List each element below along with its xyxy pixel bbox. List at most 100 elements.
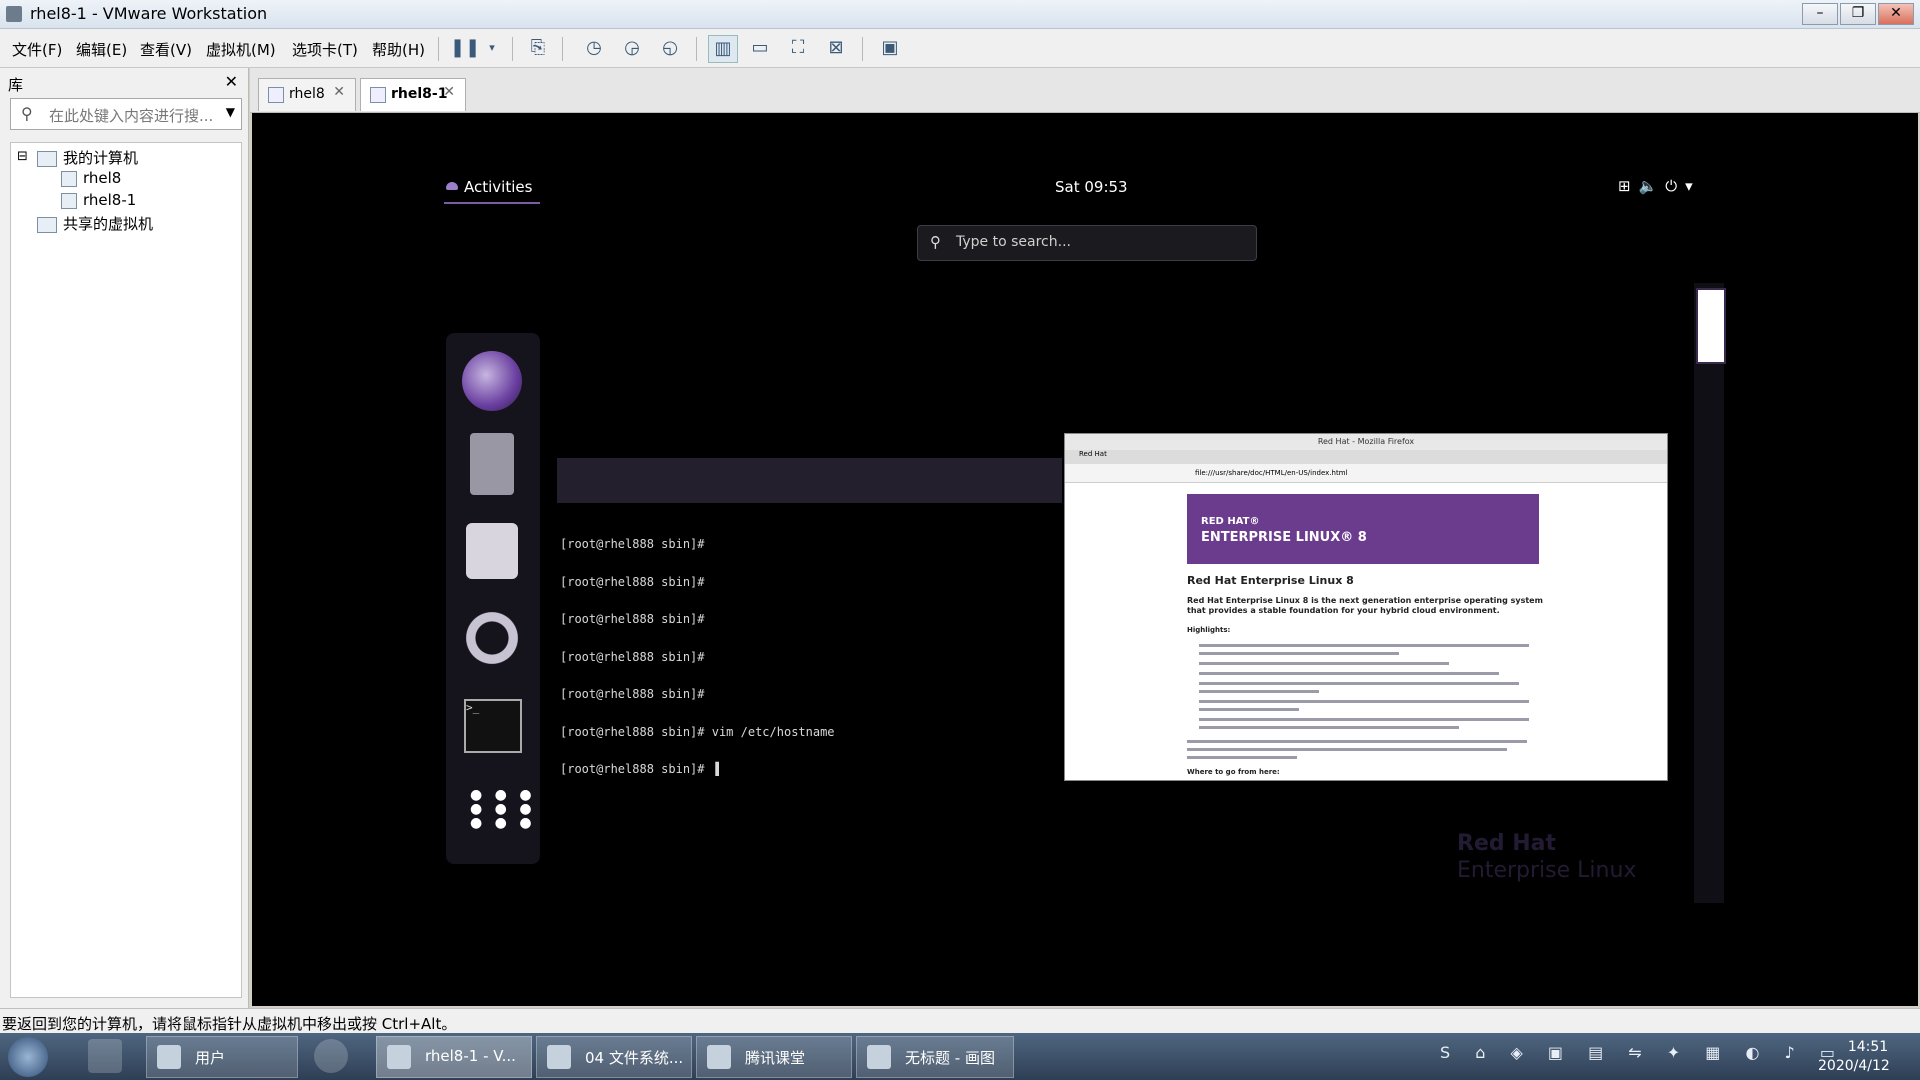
vmware-app-icon — [6, 6, 22, 22]
tab-label: rhel8-1 — [391, 86, 448, 102]
terminal-line: [root@rhel888 sbin]# vim /etc/hostname — [560, 724, 835, 739]
paint-icon — [867, 1045, 891, 1069]
send-ctrl-alt-del-icon[interactable]: ⎘ — [524, 35, 552, 61]
taskbar-date[interactable]: 2020/4/12 — [1818, 1058, 1890, 1074]
tree-item-rhel8-1[interactable]: rhel8-1 — [61, 191, 136, 209]
tree-collapse-toggle[interactable]: ⊟ — [17, 149, 28, 164]
taskbar-label: rhel8-1 - V... — [425, 1047, 516, 1065]
sogou-icon[interactable] — [314, 1039, 348, 1073]
menu-tabs[interactable]: 选项卡(T) — [292, 39, 358, 60]
activities-button[interactable]: Activities — [444, 178, 541, 204]
search-icon: ⚲ — [21, 104, 33, 123]
start-button[interactable] — [8, 1037, 48, 1077]
library-search-input[interactable]: ⚲ 在此处键入内容进行搜... ▼ — [10, 98, 242, 130]
full-screen-icon[interactable]: ⛶ — [784, 35, 812, 61]
system-tray[interactable]: S ⌂ ◈ ▣ ▤ ⇋ ✦ ▦ ◐ ♪ ▭ — [1440, 1043, 1845, 1062]
library-panel: 库 ✕ ⚲ 在此处键入内容进行搜... ▼ ⊟ 我的计算机 rhel8 rhel… — [0, 68, 249, 1008]
rhel-banner-line1: RED HAT® — [1201, 516, 1260, 527]
minimize-button[interactable]: – — [1802, 3, 1838, 25]
tab-close-button[interactable]: ✕ — [443, 84, 455, 100]
toolbar-separator — [862, 37, 863, 61]
word-icon — [547, 1045, 571, 1069]
firefox-window-thumbnail[interactable]: Red Hat - Mozilla Firefox Red Hat file:/… — [1064, 433, 1668, 781]
text-line — [1199, 652, 1399, 655]
menu-help[interactable]: 帮助(H) — [372, 39, 425, 60]
library-close-button[interactable]: ✕ — [225, 72, 238, 91]
firefox-url: file:///usr/share/doc/HTML/en-US/index.h… — [1195, 469, 1348, 477]
vm-icon — [61, 170, 77, 187]
tab-close-button[interactable]: ✕ — [333, 84, 345, 100]
menu-view[interactable]: 查看(V) — [140, 39, 192, 60]
library-tree: ⊟ 我的计算机 rhel8 rhel8-1 共享的虚拟机 — [10, 142, 242, 998]
pause-icon[interactable]: ❚❚ — [450, 35, 480, 61]
taskbar-button-paint[interactable]: 无标题 - 画图 — [856, 1036, 1014, 1078]
terminal-line: [root@rhel888 sbin]# — [560, 612, 705, 626]
chevron-down-icon[interactable]: ▼ — [226, 105, 235, 119]
snapshot-manager-icon[interactable]: ◵ — [656, 35, 684, 61]
firefox-title: Red Hat - Mozilla Firefox — [1065, 434, 1667, 450]
library-view-icon[interactable]: ▥ — [708, 35, 738, 63]
thumbnail-bar-icon[interactable]: ▭ — [746, 35, 774, 61]
software-icon[interactable] — [466, 523, 518, 579]
vm-icon — [61, 192, 77, 209]
rhel-banner: RED HAT® ENTERPRISE LINUX® 8 — [1187, 494, 1539, 564]
tencent-classroom-icon — [707, 1045, 731, 1069]
text-line — [1199, 662, 1449, 665]
snapshot-icon[interactable]: ◷ — [580, 35, 608, 61]
tree-label: rhel8-1 — [83, 191, 137, 209]
tree-label: rhel8 — [83, 169, 122, 187]
vm-console[interactable]: Activities Sat 09:53 ⊞🔈⏻▾ ⚲ Type to sear… — [252, 113, 1918, 1006]
tree-item-shared-vms[interactable]: 共享的虚拟机 — [37, 213, 153, 234]
vmware-icon — [387, 1045, 411, 1069]
gnome-clock[interactable]: Sat 09:53 — [1055, 178, 1128, 196]
overview-search-input[interactable]: ⚲ Type to search... — [917, 225, 1257, 261]
quick-launch-icon[interactable] — [88, 1039, 122, 1073]
taskbar: 用户 rhel8-1 - V... 04 文件系统... 腾讯课堂 无标题 - … — [0, 1033, 1920, 1080]
files-icon[interactable] — [470, 433, 514, 495]
revert-snapshot-icon[interactable]: ◶ — [618, 35, 646, 61]
tree-item-my-computer[interactable]: 我的计算机 — [37, 147, 138, 168]
gnome-top-bar: Activities Sat 09:53 ⊞🔈⏻▾ — [252, 113, 1918, 233]
rhel-banner-line2: ENTERPRISE LINUX® 8 — [1201, 530, 1367, 545]
show-applications-icon[interactable]: ● ● ● ● ● ● ● ● ● — [470, 788, 532, 832]
taskbar-button-tencent-classroom[interactable]: 腾讯课堂 — [696, 1036, 852, 1078]
taskbar-time[interactable]: 14:51 — [1836, 1039, 1900, 1055]
search-icon: ⚲ — [930, 233, 941, 251]
pause-dropdown-icon[interactable]: ▾ — [478, 35, 506, 61]
workspace-switcher — [1694, 283, 1724, 903]
toolbar-separator — [696, 37, 697, 61]
text-line — [1199, 644, 1529, 647]
wallpaper-logo-line1: Red Hat — [1457, 831, 1557, 856]
terminal-output: [root@rhel888 sbin]# [root@rhel888 sbin]… — [560, 513, 835, 801]
rhel-where-heading: Where to go from here: — [1187, 768, 1280, 776]
gnome-system-menu[interactable]: ⊞🔈⏻▾ — [1618, 177, 1701, 195]
library-search-placeholder: 在此处键入内容进行搜... — [49, 107, 214, 125]
firefox-icon[interactable] — [462, 351, 522, 411]
taskbar-button-vmware[interactable]: rhel8-1 - V... — [376, 1036, 532, 1078]
taskbar-button-users[interactable]: 用户 — [146, 1036, 298, 1078]
computer-icon — [37, 150, 57, 167]
help-icon[interactable] — [462, 608, 522, 668]
close-button[interactable]: ✕ — [1878, 3, 1914, 25]
taskbar-button-word[interactable]: 04 文件系统... — [536, 1036, 692, 1078]
tab-rhel8[interactable]: rhel8 ✕ — [258, 78, 356, 111]
workspace-thumbnail[interactable] — [1696, 288, 1726, 364]
menu-vm[interactable]: 虚拟机(M) — [206, 39, 276, 60]
console-view-icon[interactable]: ▣ — [876, 35, 904, 61]
menu-file[interactable]: 文件(F) — [12, 39, 62, 60]
terminal-window-thumbnail[interactable]: [root@rhel888 sbin]# [root@rhel888 sbin]… — [557, 458, 1062, 775]
menu-edit[interactable]: 编辑(E) — [76, 39, 127, 60]
wallpaper-logo-line2: Enterprise Linux — [1457, 858, 1637, 883]
activities-label: Activities — [464, 178, 533, 196]
restore-button[interactable]: ❐ — [1840, 3, 1876, 25]
unity-icon[interactable]: ⊠ — [822, 35, 850, 61]
taskbar-label: 04 文件系统... — [585, 1049, 684, 1067]
toolbar-separator — [512, 37, 513, 61]
terminal-icon[interactable]: >_ — [464, 699, 522, 753]
text-line — [1199, 672, 1499, 675]
terminal-line: [root@rhel888 sbin]# ▐ — [560, 762, 719, 776]
tree-item-rhel8[interactable]: rhel8 — [61, 169, 121, 187]
tab-rhel8-1[interactable]: rhel8-1 ✕ — [360, 78, 466, 111]
apps-grid-dots: ● ● ● ● ● ● ● ● ● — [470, 787, 536, 831]
toolbar-separator — [562, 37, 563, 61]
